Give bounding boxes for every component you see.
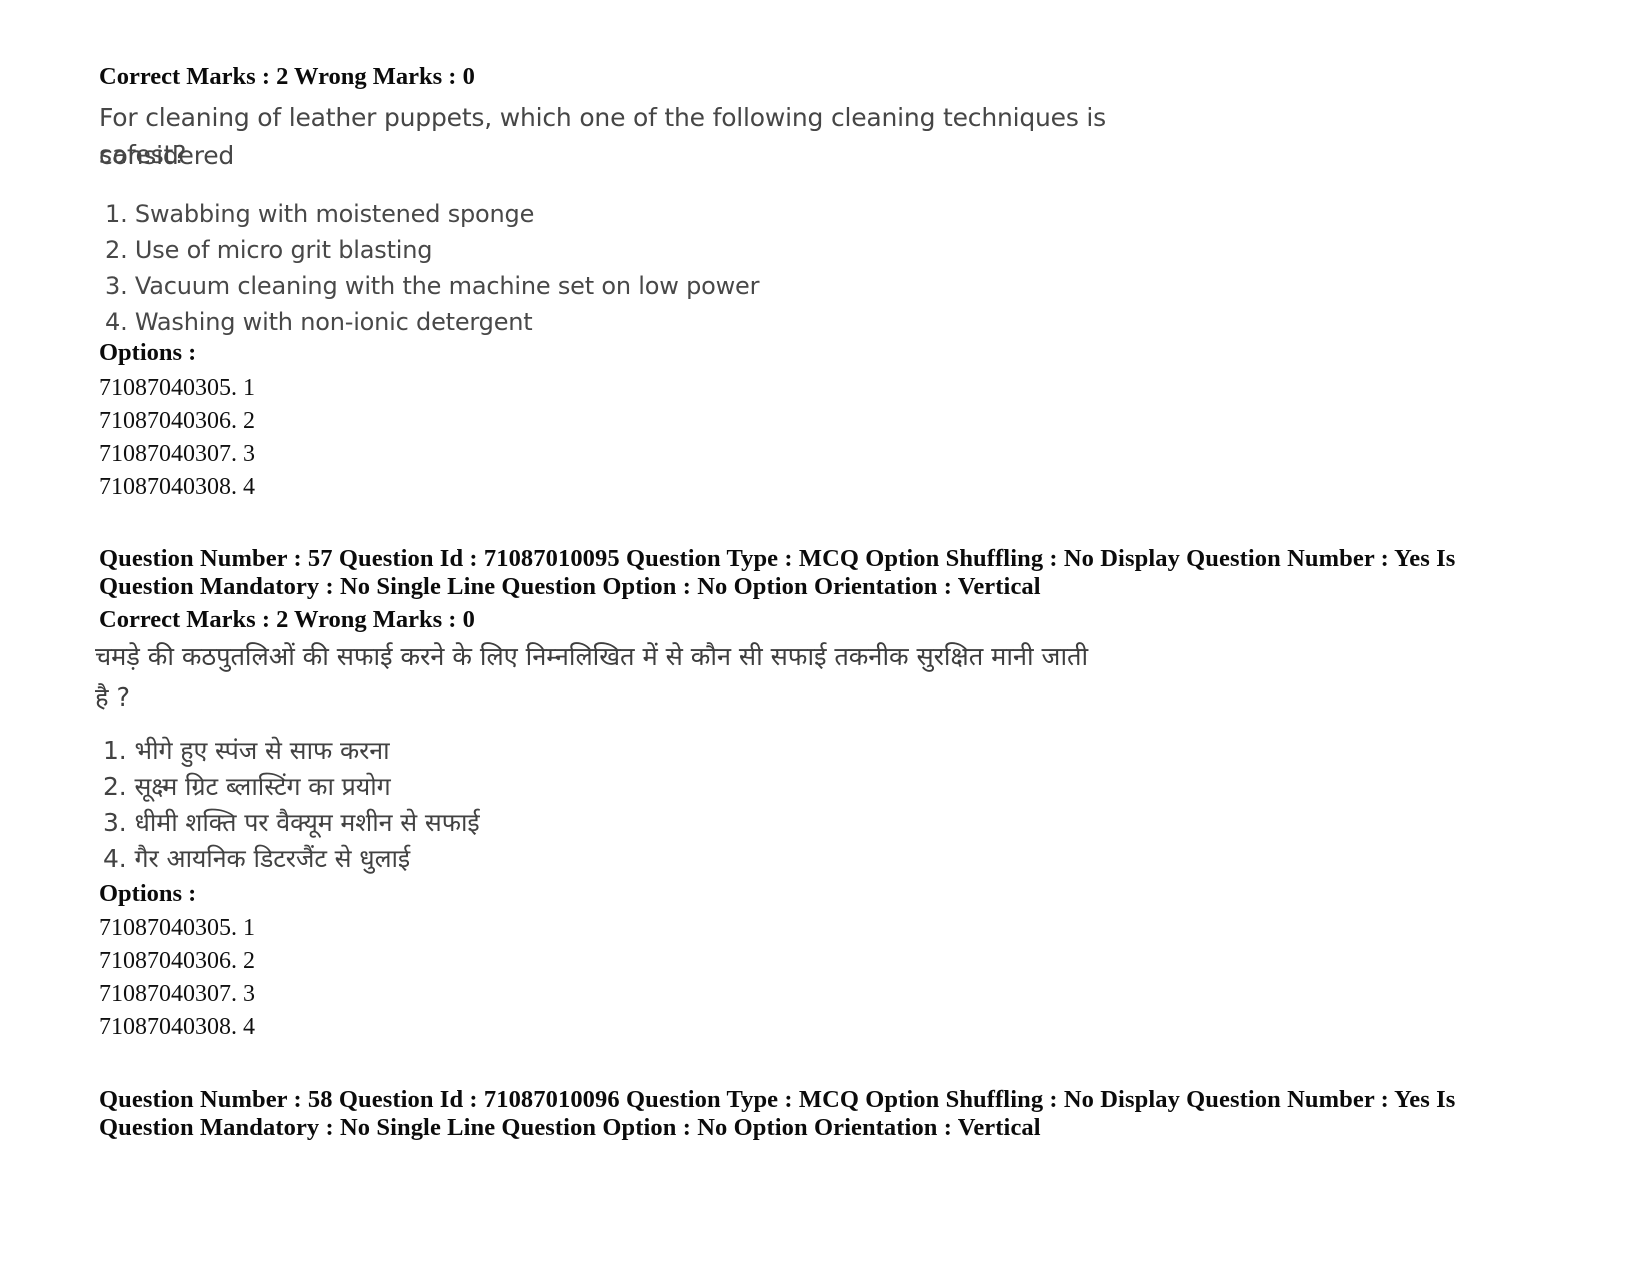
question-choice-q56-4: 4. Washing with non-ionic detergent [105, 308, 533, 336]
option-id-q56-3: 71087040307. 3 [99, 441, 255, 467]
options-label-q57: Options : [99, 880, 197, 907]
question-choice-q56-3: 3. Vacuum cleaning with the machine set … [105, 272, 760, 300]
question-choice-q57-1: 1. भीगे हुए स्पंज से साफ करना [103, 736, 390, 765]
question-choice-q57-4: 4. गैर आयनिक डिटरजैंट से धुलाई [103, 844, 411, 873]
option-id-q56-2: 71087040306. 2 [99, 408, 255, 434]
option-id-q57-2: 71087040306. 2 [99, 948, 255, 974]
question-header-q58-line2: Question Mandatory : No Single Line Ques… [99, 1114, 1041, 1141]
document-page: Correct Marks : 2 Wrong Marks : 0 For cl… [0, 0, 1650, 1275]
question-choice-q56-1: 1. Swabbing with moistened sponge [105, 200, 535, 228]
options-label-q56: Options : [99, 339, 197, 366]
correct-marks-line-q57: Correct Marks : 2 Wrong Marks : 0 [99, 606, 475, 633]
option-id-q57-1: 71087040305. 1 [99, 915, 255, 941]
question-text-q57-line2: है ? [95, 683, 130, 713]
question-text-q57-line1: चमड़े की कठपुतलिओं की सफाई करने के लिए न… [95, 642, 1089, 672]
question-choice-q56-2: 2. Use of micro grit blasting [105, 236, 433, 264]
option-id-q57-4: 71087040308. 4 [99, 1014, 255, 1040]
correct-marks-line-q56: Correct Marks : 2 Wrong Marks : 0 [99, 63, 475, 90]
option-id-q57-3: 71087040307. 3 [99, 981, 255, 1007]
option-id-q56-4: 71087040308. 4 [99, 474, 255, 500]
question-choice-q57-2: 2. सूक्ष्म ग्रिट ब्लास्टिंग का प्रयोग [103, 772, 391, 801]
question-header-q57-line1: Question Number : 57 Question Id : 71087… [99, 545, 1456, 572]
question-header-q58-line1: Question Number : 58 Question Id : 71087… [99, 1086, 1456, 1113]
question-header-q57-line2: Question Mandatory : No Single Line Ques… [99, 573, 1041, 600]
option-id-q56-1: 71087040305. 1 [99, 375, 255, 401]
question-text-q56-line2: safest? [99, 140, 187, 169]
question-choice-q57-3: 3. धीमी शक्ति पर वैक्यूम मशीन से सफाई [103, 808, 480, 837]
